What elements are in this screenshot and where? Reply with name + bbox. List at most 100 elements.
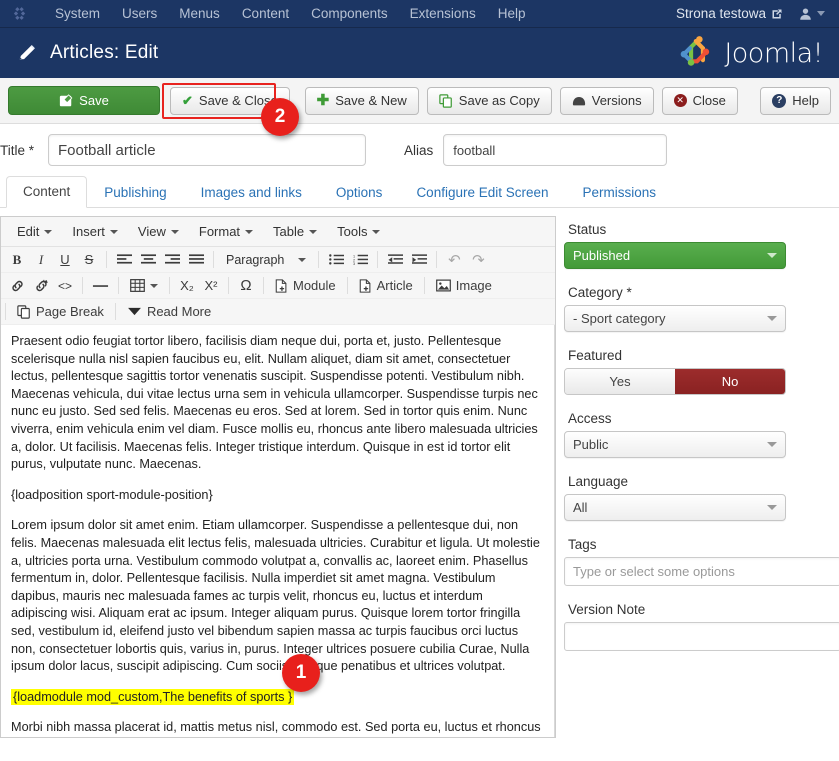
joomla-logo-icon[interactable] xyxy=(10,5,28,23)
close-circle-icon: ✕ xyxy=(673,94,687,107)
bullet-list-icon[interactable] xyxy=(324,249,348,271)
title-input[interactable] xyxy=(48,134,367,166)
help-button[interactable]: ? Help xyxy=(760,86,831,115)
external-link-icon xyxy=(771,8,783,20)
menu-item-users[interactable]: Users xyxy=(111,2,168,25)
format-select[interactable]: Paragraph xyxy=(219,249,313,271)
insert-article-button[interactable]: Article xyxy=(353,275,419,297)
alias-input[interactable] xyxy=(443,134,668,166)
save-copy-button[interactable]: Save as Copy xyxy=(426,86,552,115)
category-select[interactable]: - Sport category xyxy=(564,305,786,332)
editor-menu-format[interactable]: Format xyxy=(189,220,263,243)
editor-menu-view[interactable]: View xyxy=(128,220,189,243)
numbered-list-icon[interactable]: 123 xyxy=(348,249,372,271)
align-left-icon[interactable] xyxy=(112,249,136,271)
insert-module-button[interactable]: Module xyxy=(269,275,342,297)
tab-permissions[interactable]: Permissions xyxy=(566,177,674,208)
unlink-icon[interactable] xyxy=(29,275,53,297)
version-note-label: Version Note xyxy=(568,602,646,617)
editor-menu-table[interactable]: Table xyxy=(263,220,327,243)
horizontal-rule-icon[interactable] xyxy=(88,275,113,297)
close-button[interactable]: ✕ Close xyxy=(661,86,738,115)
chevron-down-icon xyxy=(372,229,381,234)
svg-text:3: 3 xyxy=(353,262,355,266)
align-center-icon[interactable] xyxy=(136,249,160,271)
editor-toolbar-row-3: Page Break Read More xyxy=(1,299,555,325)
menu-item-menus[interactable]: Menus xyxy=(168,2,231,25)
loadmodule-shortcode: {loadmodule mod_custom,The benefits of s… xyxy=(11,688,295,705)
save-button[interactable]: Save xyxy=(8,86,160,115)
toolbar-separator xyxy=(228,277,229,294)
editor-paragraph-5: Morbi nibh massa placerat id, mattis met… xyxy=(11,720,541,735)
version-note-input[interactable] xyxy=(564,622,839,651)
chevron-down-icon xyxy=(109,229,118,234)
editor-menu-insert[interactable]: Insert xyxy=(62,220,128,243)
versions-button[interactable]: Versions xyxy=(559,86,654,115)
menu-item-system[interactable]: System xyxy=(44,2,111,25)
tab-content[interactable]: Content xyxy=(6,176,88,208)
annotation-badge-2-number: 2 xyxy=(274,106,286,127)
save-new-button[interactable]: ✚ Save & New xyxy=(304,86,419,115)
editor-menu-edit[interactable]: Edit xyxy=(7,220,62,243)
menu-item-help[interactable]: Help xyxy=(487,2,537,25)
tags-field: Tags Type or select some options xyxy=(564,537,839,586)
access-select[interactable]: Public xyxy=(564,431,786,458)
status-select-value: Published xyxy=(573,248,631,263)
tab-configure-edit-screen[interactable]: Configure Edit Screen xyxy=(399,177,565,208)
menu-item-extensions[interactable]: Extensions xyxy=(399,2,487,25)
tab-images-and-links[interactable]: Images and links xyxy=(184,177,319,208)
bold-button[interactable]: B xyxy=(5,249,29,271)
outdent-icon[interactable] xyxy=(383,249,407,271)
site-name-link[interactable]: Strona testowa xyxy=(676,6,783,21)
italic-button[interactable]: I xyxy=(29,249,53,271)
menu-item-content[interactable]: Content xyxy=(231,2,300,25)
tab-bar: Content Publishing Images and links Opti… xyxy=(0,174,839,208)
annotation-badge-2: 2 xyxy=(261,98,299,136)
underline-button[interactable]: U xyxy=(53,249,77,271)
question-circle-icon: ? xyxy=(772,93,787,108)
source-code-icon[interactable]: <> xyxy=(53,275,77,297)
chevron-down-icon xyxy=(767,442,777,447)
insert-article-icon xyxy=(359,278,372,293)
subscript-button[interactable]: X₂ xyxy=(175,275,199,297)
insert-module-icon xyxy=(275,278,288,293)
align-justify-icon[interactable] xyxy=(184,249,208,271)
link-icon[interactable] xyxy=(5,275,29,297)
strikethrough-button[interactable]: S xyxy=(77,249,101,271)
tab-publishing[interactable]: Publishing xyxy=(87,177,183,208)
admin-menu-bar: System Users Menus Content Components Ex… xyxy=(0,0,839,28)
tab-options[interactable]: Options xyxy=(319,177,400,208)
editor-content-area[interactable]: Praesent odio feugiat tortor libero, fac… xyxy=(1,325,555,737)
featured-field: Featured Yes No xyxy=(564,348,833,395)
status-select[interactable]: Published xyxy=(564,242,786,269)
toolbar-separator xyxy=(377,251,379,268)
user-menu[interactable] xyxy=(791,7,825,21)
read-more-button[interactable]: Read More xyxy=(121,301,217,323)
version-note-field: Version Note xyxy=(564,602,839,651)
indent-icon[interactable] xyxy=(407,249,431,271)
special-character-button[interactable]: Ω xyxy=(234,275,258,297)
align-right-icon[interactable] xyxy=(160,249,184,271)
editor-menubar: Edit Insert View Format Table Tools xyxy=(1,217,555,247)
tags-input[interactable]: Type or select some options xyxy=(564,557,839,586)
superscript-button[interactable]: X² xyxy=(199,275,223,297)
admin-bar-right: Strona testowa xyxy=(676,6,829,21)
underline-button-label: U xyxy=(60,252,70,267)
editor-toolbar-row-2: <> X₂ X² Ω Module Article Image xyxy=(1,273,555,299)
language-select[interactable]: All xyxy=(564,494,786,521)
featured-yes-button[interactable]: Yes xyxy=(565,369,675,394)
chevron-down-icon xyxy=(150,283,158,288)
copy-icon xyxy=(439,93,453,108)
editor-menu-tools[interactable]: Tools xyxy=(327,220,390,243)
table-icon[interactable] xyxy=(124,275,164,297)
featured-no-button[interactable]: No xyxy=(675,369,785,394)
superscript-button-label: X² xyxy=(204,278,218,293)
toolbar-separator xyxy=(423,277,425,294)
editor-paragraph-3: Lorem ipsum dolor sit amet enim. Etiam u… xyxy=(11,518,540,674)
redo-icon[interactable]: ↷ xyxy=(466,249,490,271)
undo-icon[interactable]: ↶ xyxy=(442,249,466,271)
insert-image-button[interactable]: Image xyxy=(430,275,498,297)
menu-item-components[interactable]: Components xyxy=(300,2,399,25)
format-select-value: Paragraph xyxy=(226,252,285,267)
page-break-button[interactable]: Page Break xyxy=(11,301,110,323)
